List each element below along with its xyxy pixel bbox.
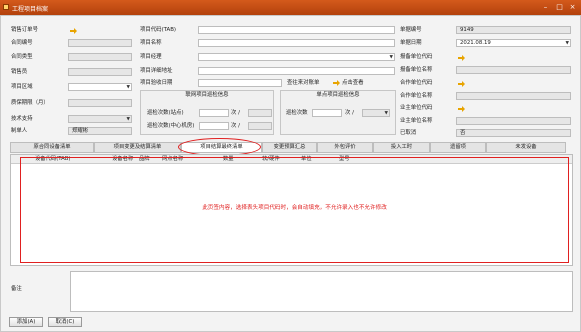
inspection-site-period[interactable] xyxy=(248,109,272,117)
remark-field[interactable] xyxy=(70,271,573,312)
arrow-right-icon[interactable] xyxy=(458,106,465,112)
arrow-right-icon[interactable] xyxy=(458,55,465,61)
salesperson-label: 销售员 xyxy=(11,69,28,75)
contract-no-label: 合同编号 xyxy=(11,40,33,46)
owner-name-label: 业主单位名称 xyxy=(400,118,433,124)
project-address-field[interactable] xyxy=(198,67,395,75)
finished-field: 否 xyxy=(456,129,571,137)
maximize-icon[interactable]: □ xyxy=(555,3,564,11)
tab-work-hours[interactable]: 投入工时 xyxy=(373,142,430,153)
arrow-right-icon[interactable] xyxy=(458,81,465,87)
inspection-center-field[interactable] xyxy=(199,122,229,130)
owner-code-label: 业主单位代码 xyxy=(400,105,433,111)
single-inspection-period[interactable]: ▼ xyxy=(362,109,390,117)
salesperson-field xyxy=(68,68,132,76)
single-inspection-unit: 次 / xyxy=(345,110,354,116)
doc-no-value: 9149 xyxy=(460,27,474,33)
doc-no-label: 单据编号 xyxy=(400,27,422,33)
minimize-icon[interactable]: – xyxy=(541,3,550,11)
tab-unshipped[interactable]: 未发设备 xyxy=(486,142,566,153)
annotation-note: 此页签内容，选择表头项目代码时，会自动填充，不允许录入也不允许修改 xyxy=(202,205,387,211)
contract-no-field xyxy=(68,39,132,47)
tab-strip: 原合同设备清单 项目变更及结算清单 项目结算最终清单 变更预算汇总 外包评价 投… xyxy=(10,142,566,154)
project-manager-label: 项目经理 xyxy=(140,54,162,60)
single-inspection-label: 巡检次数 xyxy=(286,110,308,116)
finished-value: 否 xyxy=(460,130,466,136)
inspection-center-label: 巡检次数(中心机房) xyxy=(147,123,195,129)
doc-date-label: 单据日期 xyxy=(400,40,422,46)
close-icon[interactable]: × xyxy=(568,3,577,11)
tab-remaining-items[interactable]: 遗留项 xyxy=(430,142,486,153)
tab-outsource-review[interactable]: 外包评价 xyxy=(317,142,373,153)
dropdown-icon[interactable]: ▼ xyxy=(385,111,388,116)
project-area-select[interactable]: ▼ xyxy=(68,83,132,91)
report-unit-name-label: 报备单位名称 xyxy=(400,67,433,73)
project-address-label: 项目详细地址 xyxy=(140,68,173,74)
doc-date-value: 2021.08.19 xyxy=(460,40,491,46)
acceptance-date-label: 项目验收日期 xyxy=(140,80,173,86)
inspection-site-unit: 次 / xyxy=(231,110,240,116)
dropdown-icon[interactable]: ▼ xyxy=(390,55,393,60)
single-inspection-field[interactable] xyxy=(312,109,342,117)
cancel-button[interactable]: 取消(C) xyxy=(48,317,82,327)
annotation-box: 此页签内容，选择表头项目代码时，会自动填充，不允许录入也不允许修改 xyxy=(20,157,569,263)
creator-label: 制单人 xyxy=(11,128,28,134)
check-bill-label: 查往来对账单 xyxy=(287,80,320,86)
inspection-center-unit: 次 / xyxy=(231,123,240,129)
contract-type-field xyxy=(68,53,132,61)
inspection-site-field[interactable] xyxy=(199,109,229,117)
remark-label: 备注 xyxy=(11,286,22,292)
warranty-label: 质保期限（月） xyxy=(11,100,49,106)
add-button[interactable]: 添加(A) xyxy=(9,317,43,327)
project-manager-select[interactable]: ▼ xyxy=(198,53,395,61)
sales-order-label: 销售订单号 xyxy=(11,27,38,33)
network-inspection-title: 联网项目巡检信息 xyxy=(185,92,229,98)
view-points-link[interactable]: 点击查看 xyxy=(342,80,364,87)
creator-field: 郑耀彬 xyxy=(68,127,132,135)
partner-code-label: 合作单位代码 xyxy=(400,80,433,86)
contract-type-label: 合同类型 xyxy=(11,54,33,60)
app-icon xyxy=(3,4,9,10)
owner-name-field xyxy=(456,117,571,125)
report-unit-name-field xyxy=(456,66,571,74)
arrow-right-icon[interactable] xyxy=(70,28,77,34)
project-area-label: 项目区域 xyxy=(11,84,33,90)
creator-value: 郑耀彬 xyxy=(72,128,89,134)
tech-support-label: 技术支持 xyxy=(11,116,33,122)
dropdown-icon[interactable]: ▼ xyxy=(127,117,130,122)
report-unit-code-label: 报备单位代码 xyxy=(400,54,433,60)
window-title: 工程项目档案 xyxy=(12,6,49,13)
dropdown-icon[interactable]: ▼ xyxy=(566,41,569,46)
inspection-center-period[interactable] xyxy=(248,122,272,130)
title-bar: 工程项目档案 – □ × xyxy=(0,0,581,15)
doc-date-field[interactable]: 2021.08.19 ▼ xyxy=(456,39,571,47)
tech-support-field: ▼ xyxy=(68,115,132,123)
project-code-label: 项目代码(TAB) xyxy=(140,27,177,33)
project-name-field[interactable] xyxy=(198,39,395,47)
doc-no-field: 9149 xyxy=(456,26,571,34)
tab-original-equipment[interactable]: 原合同设备清单 xyxy=(10,142,94,153)
acceptance-date-field[interactable] xyxy=(198,79,282,87)
inspection-site-label: 巡检次数(站点) xyxy=(147,110,184,116)
project-code-field[interactable] xyxy=(198,26,395,34)
partner-name-label: 合作单位名称 xyxy=(400,93,433,99)
single-inspection-title: 单点项目巡检信息 xyxy=(316,92,360,98)
partner-name-field xyxy=(456,92,571,100)
warranty-field xyxy=(68,99,132,107)
tab-change-settlement[interactable]: 项目变更及结算清单 xyxy=(94,142,181,153)
finished-label: 已取消 xyxy=(400,130,417,136)
tab-budget-summary[interactable]: 变更预算汇总 xyxy=(262,142,317,153)
project-name-label: 项目名称 xyxy=(140,40,162,46)
arrow-right-icon[interactable] xyxy=(333,80,340,86)
dropdown-icon[interactable]: ▼ xyxy=(127,85,130,90)
